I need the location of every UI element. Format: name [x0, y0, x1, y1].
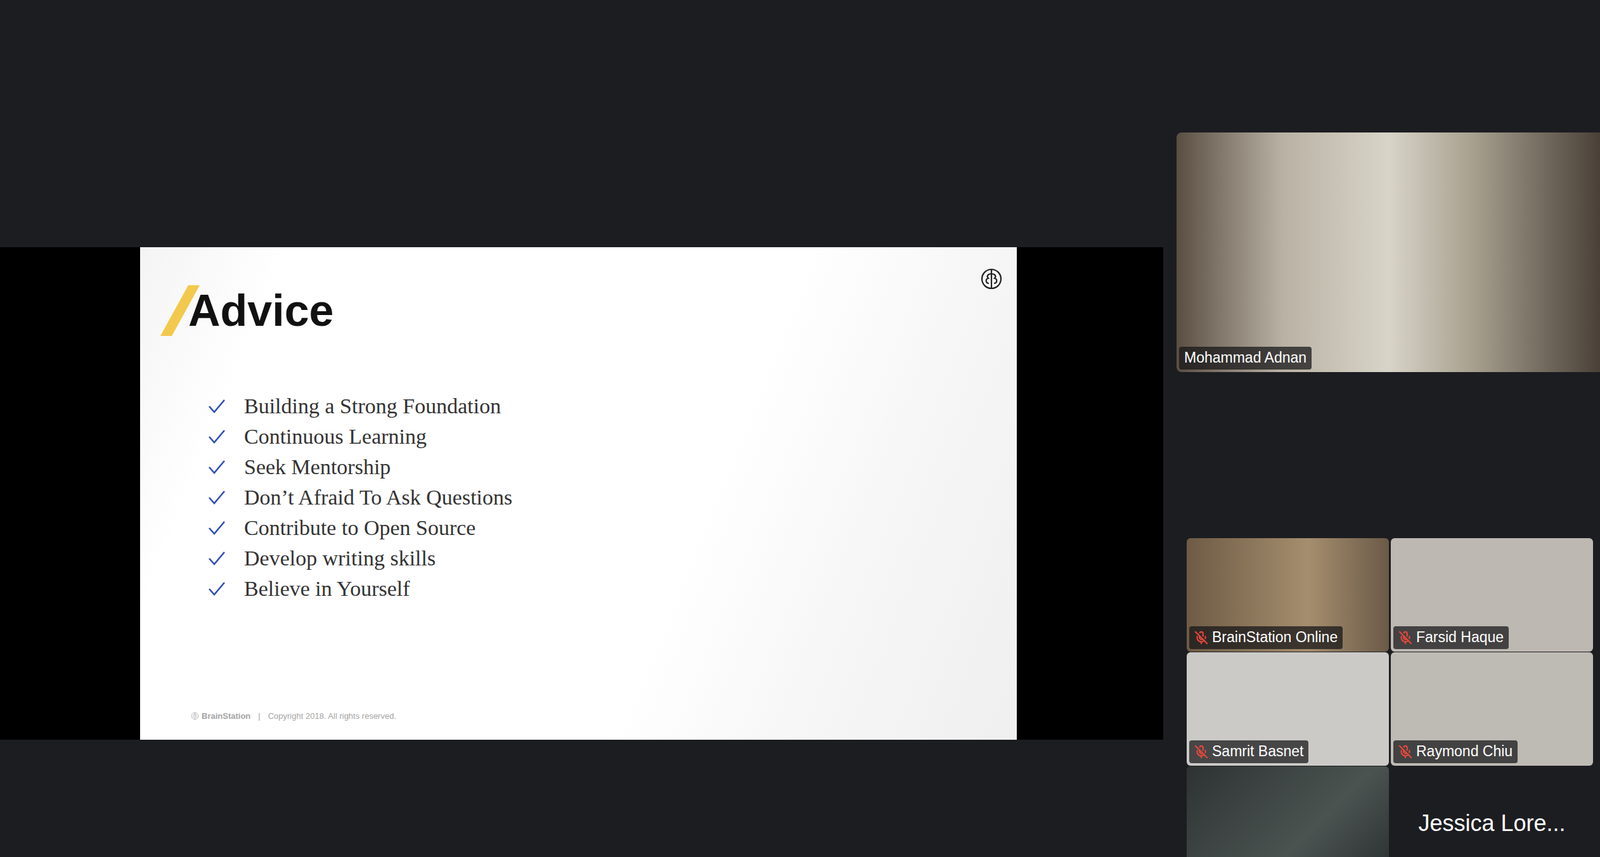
advice-item: Don’t Afraid To Ask Questions	[207, 485, 1003, 510]
participant-tile[interactable]: Samrit Basnet	[1186, 652, 1389, 766]
advice-item: Believe in Yourself	[207, 576, 1003, 601]
advice-list: Building a Strong Foundation Continuous L…	[207, 394, 1003, 601]
share-band: Advice Building a Strong Foundation Contin…	[0, 247, 1164, 740]
participant-name: Samrit Basnet	[1189, 740, 1309, 764]
mic-off-icon	[1398, 630, 1413, 645]
advice-item: Continuous Learning	[207, 424, 1003, 449]
advice-text: Building a Strong Foundation	[244, 394, 501, 418]
brain-logo-icon	[980, 267, 1003, 291]
check-icon	[207, 519, 227, 537]
advice-text: Contribute to Open Source	[244, 516, 476, 540]
mic-off-icon	[1194, 630, 1209, 645]
participant-tile[interactable]: Jessica Lore...	[1390, 766, 1594, 857]
footer-brand: BrainStation	[190, 711, 251, 721]
participant-tile[interactable]: Raymond Chiu	[1390, 652, 1594, 766]
check-icon	[207, 398, 227, 415]
footer-separator: |	[258, 711, 260, 721]
speaker-name: Mohammad Adnan	[1179, 346, 1312, 370]
participant-name: BrainStation Online	[1189, 626, 1343, 650]
title-row: Advice	[160, 267, 335, 336]
advice-item: Develop writing skills	[207, 546, 1003, 571]
footer-logo-icon	[190, 711, 200, 721]
participant-name: Jessica Lore...	[1414, 810, 1569, 837]
slide-footer: BrainStation | Copyright 2018. All rights …	[190, 711, 1003, 721]
speaker-tile[interactable]: Mohammad Adnan	[1176, 132, 1600, 373]
check-icon	[207, 550, 227, 567]
check-icon	[207, 489, 227, 506]
advice-text: Develop writing skills	[244, 546, 436, 570]
advice-item: Building a Strong Foundation	[207, 394, 1003, 419]
advice-text: Don’t Afraid To Ask Questions	[244, 485, 513, 510]
slide-title: Advice	[188, 286, 335, 336]
advice-text: Continuous Learning	[244, 424, 427, 449]
participant-name: Farsid Haque	[1393, 626, 1509, 650]
check-icon	[207, 580, 227, 598]
participants-panel: Mohammad Adnan BrainStation Online Farsid …	[1163, 0, 1600, 857]
mic-off-icon	[1398, 744, 1413, 759]
participant-tile[interactable]: Farsid Haque	[1390, 538, 1594, 652]
participant-name: Raymond Chiu	[1393, 740, 1518, 764]
advice-text: Seek Mentorship	[244, 455, 391, 479]
slide: Advice Building a Strong Foundation Contin…	[140, 247, 1017, 740]
slide-header: Advice	[160, 267, 1003, 336]
share-stage: Advice Building a Strong Foundation Contin…	[0, 0, 1164, 857]
advice-item: Seek Mentorship	[207, 455, 1003, 480]
advice-item: Contribute to Open Source	[207, 516, 1003, 541]
participant-tile[interactable]: BrainStation Online	[1186, 538, 1389, 652]
check-icon	[207, 458, 227, 476]
participant-grid: BrainStation Online Farsid Haque Samrit Ba…	[1186, 538, 1600, 857]
advice-text: Believe in Yourself	[244, 576, 411, 601]
check-icon	[207, 428, 227, 446]
mic-off-icon	[1194, 744, 1209, 759]
footer-copyright: Copyright 2018. All rights reserved.	[268, 711, 397, 721]
participant-tile[interactable]	[1186, 766, 1389, 857]
meeting-window: Advice Building a Strong Foundation Contin…	[0, 0, 1600, 857]
